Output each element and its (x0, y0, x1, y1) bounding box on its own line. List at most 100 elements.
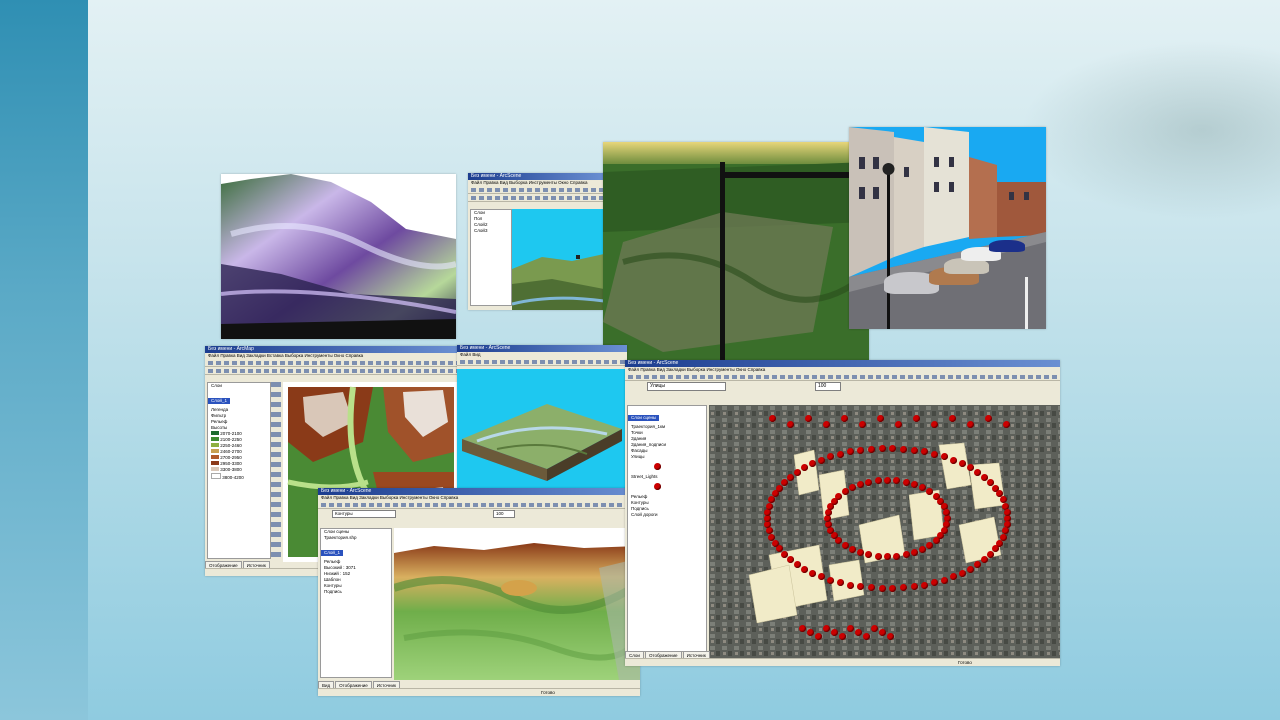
street-light-marker (824, 515, 831, 522)
arcscene-window-city[interactable]: Без имени - ArcScene Файл Правка Вид Зак… (625, 360, 1060, 666)
street-light-marker (805, 415, 812, 422)
street-light-marker (764, 515, 771, 522)
status-text: Готово (958, 660, 972, 665)
street-light-marker (847, 625, 854, 632)
toolbar[interactable] (205, 359, 459, 367)
color-swatch (211, 449, 219, 453)
street-light-marker (919, 545, 927, 553)
toc-item-label: 2250-2460 (220, 443, 242, 448)
terrain-3d-render-graphic (221, 174, 456, 339)
street-light-marker (921, 581, 929, 589)
terrain-3d-render (221, 174, 456, 339)
street-light-marker (848, 545, 856, 553)
layer-toolbar[interactable]: Контуры 100 (318, 509, 640, 518)
toc-item[interactable]: Подпись (321, 589, 391, 595)
street-light-marker (902, 551, 910, 559)
street-light-marker (967, 421, 974, 428)
toc-item-label: 3800-4200 (222, 475, 244, 480)
table-of-contents[interactable]: Слои Слой_1 Легенда Фильтр Рельеф Высоты… (207, 382, 271, 559)
street-light-marker (985, 415, 992, 422)
toc-tabs[interactable]: Вид Отображение Источник (318, 681, 401, 690)
street-light-marker (1003, 508, 1011, 516)
toc-item-label: 2100-2250 (220, 437, 242, 442)
table-of-contents[interactable]: Слои Пол Слой2 Слой3 (470, 209, 512, 306)
street-light-marker (768, 533, 776, 541)
background-haze (1020, 40, 1280, 220)
street-light-marker (884, 477, 891, 484)
street-light-marker (949, 415, 956, 422)
street-light-marker (1003, 421, 1010, 428)
status-bar: Готово (318, 688, 640, 696)
street-light-marker (871, 625, 878, 632)
toc-item[interactable]: Слой3 (471, 228, 511, 234)
street-light-marker (787, 421, 794, 428)
scene-view[interactable] (709, 405, 1060, 658)
layer-dropdown[interactable]: Улицы (647, 382, 726, 391)
street-light-marker (910, 446, 918, 454)
street-light-marker (855, 629, 862, 636)
toolbar[interactable] (457, 358, 627, 366)
zoom-input[interactable]: 100 (815, 382, 841, 391)
toc-item-label: 3300-3800 (220, 467, 242, 472)
street-light-marker (856, 481, 864, 489)
zoom-input[interactable]: 100 (493, 510, 515, 518)
street-light-marker (817, 456, 825, 464)
table-of-contents[interactable]: Слои сцены Траектория.shp Слой_1 Рельеф … (320, 528, 392, 678)
street-light-marker (823, 421, 830, 428)
toc-item-selected[interactable]: Слой_1 (208, 398, 230, 404)
color-swatch (211, 473, 221, 479)
arcscene-window-bottom[interactable]: Без имени - ArcScene Файл Правка Вид Зак… (318, 488, 640, 696)
street-light-marker (831, 629, 838, 636)
toc-item-label: 2070-2100 (220, 431, 242, 436)
city-street-graphic (849, 127, 1046, 329)
street-light-marker (824, 509, 832, 517)
toc-tabs[interactable]: Отображение Источник (205, 561, 271, 570)
street-light-marker (863, 633, 870, 640)
toolbar[interactable] (625, 373, 1060, 381)
arcscene-window-mid[interactable]: Без имени - ArcScene Файл Вид (457, 345, 627, 488)
arcscene-window-top[interactable]: Без имени - ArcScene Файл Правка Вид Выб… (468, 173, 604, 310)
toc-item[interactable]: Траектория.shp (321, 535, 391, 541)
scene-view[interactable] (512, 209, 604, 310)
street-light-marker (786, 556, 794, 564)
scene-view[interactable] (394, 528, 640, 680)
street-light-marker (900, 445, 908, 453)
city-street-render (849, 127, 1046, 329)
street-light-marker (823, 625, 830, 632)
street-light-marker (877, 415, 884, 422)
street-light-marker (878, 584, 886, 592)
street-light-marker (895, 421, 902, 428)
street-light-marker (887, 633, 894, 640)
street-light-marker (931, 421, 938, 428)
vertical-tools-strip[interactable] (271, 382, 281, 557)
street-light-marker (932, 537, 940, 545)
table-of-contents[interactable]: Слои сцены Траектория_1км Точки Здания З… (627, 405, 707, 652)
toolbar[interactable] (468, 186, 604, 194)
window-title: Без имени - ArcScene (625, 360, 1060, 367)
color-swatch (211, 443, 219, 447)
street-light-marker (913, 415, 920, 422)
toc-item[interactable]: 3800-4200 (208, 473, 270, 481)
toolbar[interactable] (318, 501, 640, 509)
street-light-marker (846, 581, 854, 589)
menu-bar[interactable]: Файл Правка Вид Выборка Инструменты Окно… (468, 180, 604, 186)
layer-toolbar[interactable]: Улицы 100 (625, 381, 1060, 391)
status-text: Готово (541, 690, 555, 695)
street-light-marker (848, 484, 856, 492)
layer-dropdown[interactable]: Контуры (332, 510, 396, 518)
toc-item-label: 2700-2950 (220, 455, 242, 460)
street-light-marker (958, 569, 966, 577)
scene-view[interactable] (457, 369, 627, 488)
car (989, 240, 1025, 252)
toc-item-selected[interactable]: Слои сцены (628, 415, 660, 421)
toc-item-selected[interactable]: Слой_1 (321, 550, 343, 556)
street-light-marker (836, 450, 844, 458)
street-light-marker (841, 488, 849, 496)
toolbar-2[interactable] (205, 367, 459, 375)
toolbar-2[interactable] (468, 194, 604, 202)
street-light-marker (841, 415, 848, 422)
toc-item[interactable]: Слои (208, 383, 270, 389)
street-light-marker (867, 445, 875, 453)
toc-item[interactable]: Слой дороги (628, 512, 706, 518)
toc-tabs[interactable]: Слои Отображение Источник (625, 651, 711, 660)
